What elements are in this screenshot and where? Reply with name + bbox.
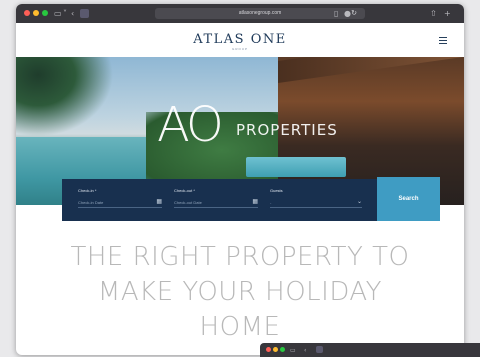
minimize-window-button[interactable] bbox=[33, 10, 39, 16]
reload-icon[interactable]: ↻ bbox=[351, 8, 357, 19]
headline-line-3: HOME bbox=[199, 312, 281, 342]
chevron-down-icon[interactable]: ⌄ bbox=[357, 198, 362, 207]
minimize-window-button[interactable] bbox=[273, 347, 278, 352]
search-button[interactable]: Search bbox=[377, 177, 440, 221]
chevron-down-icon[interactable]: ˅ bbox=[63, 8, 67, 19]
sidebar-icon[interactable]: ▭ bbox=[54, 8, 62, 19]
tab-favicon[interactable] bbox=[316, 346, 323, 353]
checkin-field[interactable]: Check-in * Check-in Date ▦ bbox=[78, 188, 162, 208]
back-icon[interactable]: ‹ bbox=[71, 8, 74, 19]
checkout-label: Check-out * bbox=[174, 188, 195, 193]
sidebar-icon[interactable]: ▭ bbox=[290, 345, 296, 356]
reader-icon[interactable]: ▯ bbox=[334, 8, 338, 19]
share-icon[interactable]: ⇧ bbox=[430, 8, 437, 19]
site-logo[interactable]: ATLAS ONE bbox=[16, 32, 464, 47]
guests-select[interactable]: - ⌄ bbox=[270, 198, 362, 208]
close-window-button[interactable] bbox=[266, 347, 271, 352]
plus-icon[interactable]: + bbox=[444, 8, 451, 19]
close-window-button[interactable] bbox=[24, 10, 30, 16]
calendar-icon[interactable]: ▦ bbox=[252, 198, 258, 207]
properties-logo-word: PROPERTIES bbox=[236, 121, 338, 139]
checkout-field[interactable]: Check-out * Check-out Date ▦ bbox=[174, 188, 258, 208]
headline-line-1: THE RIGHT PROPERTY TO bbox=[70, 242, 410, 272]
calendar-icon[interactable]: ▦ bbox=[156, 198, 162, 207]
guests-label: Guests bbox=[270, 188, 283, 193]
tab-favicon[interactable] bbox=[80, 9, 89, 18]
properties-logo-mark: AO bbox=[157, 97, 224, 153]
shield-icon[interactable]: ● bbox=[344, 8, 351, 19]
checkout-input[interactable]: Check-out Date ▦ bbox=[174, 198, 258, 208]
hamburger-icon[interactable] bbox=[439, 37, 447, 44]
headline-line-2: MAKE YOUR HOLIDAY bbox=[97, 277, 383, 307]
site-header: ATLAS ONE GROUP bbox=[16, 23, 464, 57]
checkin-input[interactable]: Check-in Date ▦ bbox=[78, 198, 162, 208]
checkin-label: Check-in * bbox=[78, 188, 97, 193]
guests-field[interactable]: Guests - ⌄ bbox=[270, 188, 362, 208]
page-headline: THE RIGHT PROPERTY TO MAKE YOUR HOLIDAY … bbox=[16, 240, 464, 345]
logo-subtitle: GROUP bbox=[231, 47, 248, 51]
back-icon[interactable]: ‹ bbox=[304, 345, 306, 356]
browser-toolbar: ▭ ˅ ‹ atlasonegroup.com ↻ ▯ ● ⇧ + bbox=[16, 4, 464, 23]
browser-window: ▭ ˅ ‹ atlasonegroup.com ↻ ▯ ● ⇧ + ATLAS … bbox=[16, 4, 464, 355]
zoom-window-button[interactable] bbox=[280, 347, 285, 352]
zoom-window-button[interactable] bbox=[42, 10, 48, 16]
